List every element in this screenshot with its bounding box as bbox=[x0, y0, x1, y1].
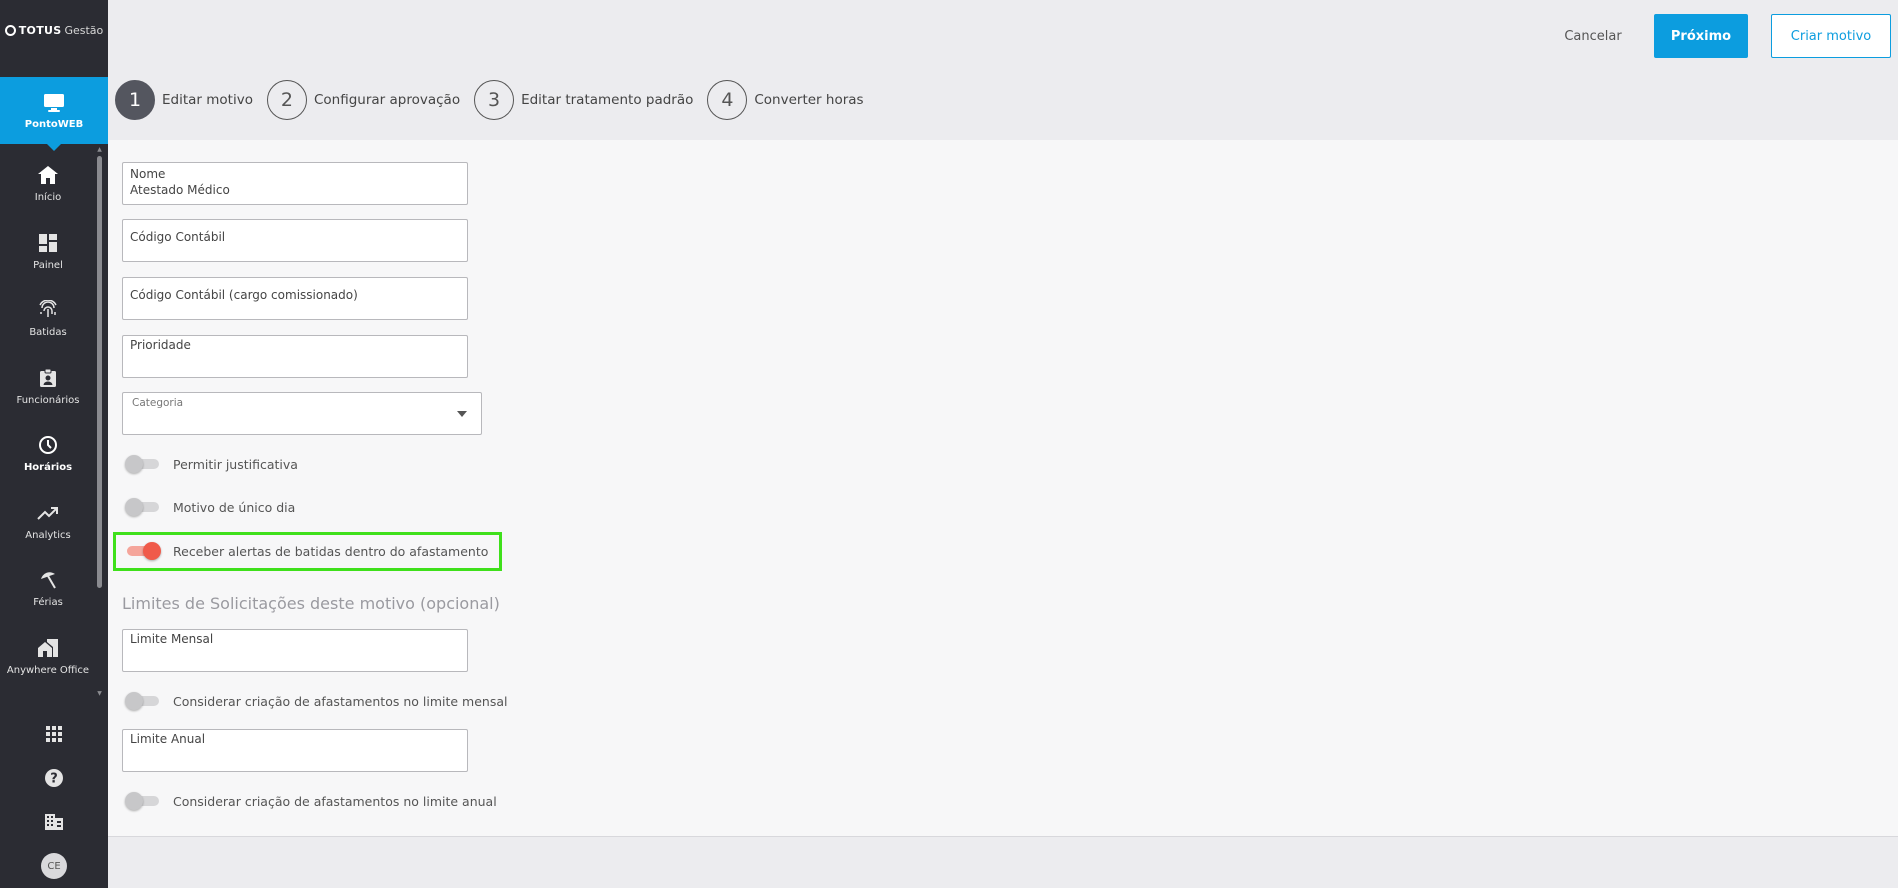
create-reason-button[interactable]: Criar motivo bbox=[1771, 14, 1891, 58]
considerar-anual-toggle[interactable] bbox=[125, 791, 161, 811]
clock-icon bbox=[37, 434, 59, 456]
step-1[interactable]: 1 Editar motivo bbox=[115, 80, 253, 120]
sidebar-bottom: ? CE bbox=[0, 712, 108, 888]
header: Cancelar Próximo Criar motivo 1 Editar m… bbox=[108, 0, 1898, 140]
brand-name: TOTUS bbox=[18, 23, 62, 37]
sidebar-item-label: Painel bbox=[33, 259, 63, 271]
step-label: Configurar aprovação bbox=[313, 92, 461, 108]
unico-dia-row: Motivo de único dia bbox=[125, 497, 295, 517]
home-icon bbox=[37, 164, 59, 186]
considerar-anual-label: Considerar criação de afastamentos no li… bbox=[173, 793, 497, 809]
categoria-select[interactable]: Categoria bbox=[122, 392, 482, 435]
prioridade-label: Prioridade bbox=[130, 338, 191, 352]
logo-ring-icon bbox=[4, 24, 16, 36]
step-number: 2 bbox=[266, 80, 307, 120]
codigo-contabil-field[interactable]: Código Contábil bbox=[122, 219, 468, 262]
sidebar-item-label: Anywhere Office bbox=[6, 664, 90, 676]
scroll-up-arrow[interactable]: ▲ bbox=[96, 146, 103, 154]
step-number: 1 bbox=[115, 80, 155, 120]
avatar[interactable]: CE bbox=[41, 853, 67, 879]
step-number: 4 bbox=[707, 80, 748, 120]
codigo-comissionado-field[interactable]: Código Contábil (cargo comissionado) bbox=[122, 277, 468, 320]
considerar-mensal-toggle[interactable] bbox=[125, 691, 161, 711]
permitir-justificativa-toggle[interactable] bbox=[125, 454, 161, 474]
sidebar-nav: Início Painel Batidas Funcionários Horár… bbox=[0, 150, 96, 690]
permitir-justificativa-row: Permitir justificativa bbox=[125, 454, 298, 474]
step-4[interactable]: 4 Converter horas bbox=[707, 80, 864, 120]
sidebar-item-ferias[interactable]: Férias bbox=[0, 555, 96, 623]
sidebar-item-inicio[interactable]: Início bbox=[0, 150, 96, 218]
chevron-down-icon bbox=[457, 411, 467, 417]
limite-mensal-label: Limite Mensal bbox=[130, 632, 214, 646]
limite-anual-label: Limite Anual bbox=[130, 732, 206, 746]
limite-mensal-field[interactable]: Limite Mensal bbox=[122, 629, 468, 672]
dashboard-icon bbox=[37, 232, 59, 254]
scroll-down-arrow[interactable]: ▼ bbox=[96, 690, 103, 698]
next-button[interactable]: Próximo bbox=[1654, 14, 1748, 58]
unico-dia-toggle[interactable] bbox=[125, 497, 161, 517]
app-tile-label: PontoWEB bbox=[24, 118, 84, 130]
sidebar-item-funcionarios[interactable]: Funcionários bbox=[0, 353, 96, 421]
form-panel: Nome Atestado Médico Código Contábil Cód… bbox=[108, 140, 1898, 837]
receber-alertas-row: Receber alertas de batidas dentro do afa… bbox=[125, 541, 488, 561]
sidebar-item-label: Início bbox=[34, 192, 62, 204]
fingerprint-icon bbox=[37, 299, 59, 321]
app-tile-pontoweb[interactable]: PontoWEB bbox=[0, 77, 108, 151]
apps-grid-icon[interactable] bbox=[0, 712, 108, 756]
considerar-anual-row: Considerar criação de afastamentos no li… bbox=[125, 791, 497, 811]
limite-anual-field[interactable]: Limite Anual bbox=[122, 729, 468, 772]
nome-field[interactable]: Nome Atestado Médico bbox=[122, 162, 468, 205]
considerar-mensal-row: Considerar criação de afastamentos no li… bbox=[125, 691, 507, 711]
prioridade-field[interactable]: Prioridade bbox=[122, 335, 468, 378]
badge-icon bbox=[37, 367, 59, 389]
sidebar-item-label: Horários bbox=[23, 462, 73, 474]
step-3[interactable]: 3 Editar tratamento padrão bbox=[474, 80, 693, 120]
sidebar-item-analytics[interactable]: Analytics bbox=[0, 488, 96, 556]
brand-product: Gestão bbox=[64, 23, 104, 37]
sidebar-item-label: Funcionários bbox=[16, 394, 80, 406]
sidebar-item-batidas[interactable]: Batidas bbox=[0, 285, 96, 353]
step-label: Editar motivo bbox=[162, 92, 253, 108]
permitir-justificativa-label: Permitir justificativa bbox=[173, 456, 298, 472]
sidebar-item-label: Analytics bbox=[25, 529, 71, 541]
codigo-comissionado-label: Código Contábil (cargo comissionado) bbox=[130, 287, 358, 302]
sidebar-item-horarios[interactable]: Horários bbox=[0, 420, 96, 488]
sidebar-item-label: Férias bbox=[33, 597, 63, 609]
beach-umbrella-icon bbox=[37, 569, 59, 591]
brand-logo[interactable]: TOTUS Gestão bbox=[0, 0, 108, 60]
user-avatar-wrapper[interactable]: CE bbox=[0, 844, 108, 888]
step-label: Editar tratamento padrão bbox=[521, 92, 694, 108]
categoria-label: Categoria bbox=[132, 397, 184, 409]
svg-text:?: ? bbox=[50, 772, 58, 787]
receber-alertas-toggle[interactable] bbox=[125, 541, 161, 561]
cancel-button[interactable]: Cancelar bbox=[1553, 14, 1633, 58]
sidebar-item-painel[interactable]: Painel bbox=[0, 218, 96, 286]
sidebar: TOTUS Gestão PontoWEB Início Painel Bati… bbox=[0, 0, 108, 888]
monitor-icon bbox=[44, 93, 64, 112]
home-work-icon bbox=[37, 637, 59, 659]
receber-alertas-label: Receber alertas de batidas dentro do afa… bbox=[173, 543, 489, 559]
trending-up-icon bbox=[37, 502, 59, 524]
nome-label: Nome bbox=[130, 167, 166, 181]
sidebar-scrollbar[interactable] bbox=[97, 156, 102, 588]
stepper: 1 Editar motivo 2 Configurar aprovação 3… bbox=[115, 80, 878, 120]
considerar-mensal-label: Considerar criação de afastamentos no li… bbox=[173, 693, 508, 709]
unico-dia-label: Motivo de único dia bbox=[173, 499, 296, 515]
codigo-contabil-label: Código Contábil bbox=[130, 229, 226, 244]
company-icon[interactable] bbox=[0, 800, 108, 844]
sidebar-item-label: Batidas bbox=[29, 327, 67, 339]
step-2[interactable]: 2 Configurar aprovação bbox=[266, 80, 461, 120]
nome-value: Atestado Médico bbox=[130, 183, 230, 197]
help-icon[interactable]: ? bbox=[0, 756, 108, 800]
sidebar-item-anywhere-office[interactable]: Anywhere Office bbox=[0, 623, 96, 691]
step-number: 3 bbox=[474, 80, 515, 120]
step-label: Converter horas bbox=[754, 92, 864, 108]
limites-section-title: Limites de Solicitações deste motivo (op… bbox=[122, 594, 500, 613]
